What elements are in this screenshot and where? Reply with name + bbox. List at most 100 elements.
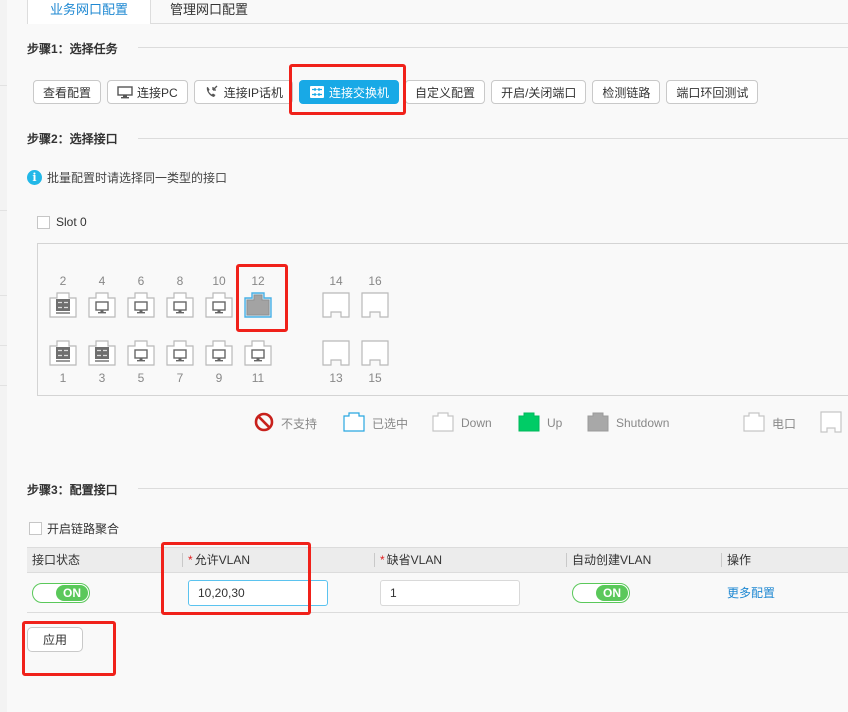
pc-port-icon (127, 292, 155, 318)
enable-disable-port-label: 开启/关闭端口 (501, 85, 577, 100)
connect-pc-button[interactable]: 连接PC (107, 80, 188, 104)
legend-not-supported: 不支持 (254, 412, 317, 435)
connect-switch-button[interactable]: 连接交换机 (299, 80, 400, 104)
selected-port-icon (343, 411, 365, 435)
allowed-vlan-cell (188, 573, 328, 612)
port-number: 10 (212, 274, 226, 288)
legend-label: 不支持 (281, 416, 318, 431)
port-2[interactable]: 2 (49, 274, 77, 318)
port-number: 7 (176, 371, 184, 385)
col-actions: 操作 (721, 548, 751, 572)
optical-port-icon (322, 292, 350, 318)
legend-label: Shutdown (616, 416, 670, 430)
port-6[interactable]: 6 (127, 274, 155, 318)
legend-optical-port (820, 410, 842, 436)
tab-bar: 业务网口配置 管理网口配置 (27, 0, 267, 24)
link-aggregation-checkbox[interactable] (29, 522, 42, 535)
port-1[interactable]: 1 (49, 340, 77, 385)
optical-port-icon (322, 340, 350, 366)
switch-port-icon (49, 340, 77, 366)
port-5[interactable]: 5 (127, 340, 155, 385)
info-message: i 批量配置时请选择同一类型的接口 (27, 169, 227, 186)
legend-down: Down (432, 411, 492, 435)
apply-button[interactable]: 应用 (27, 627, 83, 652)
port-loopback-test-label: 端口环回测试 (676, 85, 749, 100)
port-13[interactable]: 13 (322, 340, 350, 385)
port-14[interactable]: 14 (322, 274, 350, 318)
legend-electric-port: 电口 (743, 411, 797, 435)
electric-port-icon (743, 411, 765, 435)
port-loopback-test-button[interactable]: 端口环回测试 (666, 80, 759, 104)
port-number: 15 (368, 371, 382, 385)
port-status-cell: ON (32, 573, 90, 612)
slot-label: Slot 0 (56, 215, 87, 229)
legend-label: 电口 (772, 416, 797, 431)
view-config-button[interactable]: 查看配置 (33, 80, 102, 104)
optical-port-icon (820, 410, 842, 436)
auto-create-vlan-cell: ON (572, 573, 630, 612)
port-15[interactable]: 15 (361, 340, 389, 385)
default-vlan-input[interactable] (380, 579, 520, 606)
port-4[interactable]: 4 (88, 274, 116, 318)
legend-label: Up (547, 416, 563, 430)
switch-icon (309, 85, 325, 99)
port-number: 12 (251, 274, 265, 288)
left-strip (0, 0, 7, 712)
port-status-toggle[interactable]: ON (32, 582, 90, 603)
port-11[interactable]: 11 (244, 340, 272, 385)
optical-port-icon (361, 292, 389, 318)
port-number: 14 (329, 274, 343, 288)
custom-config-button[interactable]: 自定义配置 (405, 80, 486, 104)
switch-port-icon (88, 340, 116, 366)
pc-port-icon (88, 292, 116, 318)
port-16[interactable]: 16 (361, 274, 389, 318)
down-port-icon (432, 411, 454, 435)
phone-icon (204, 85, 220, 99)
auto-create-vlan-toggle[interactable]: ON (572, 582, 630, 603)
port-9[interactable]: 9 (205, 340, 233, 385)
legend-label: 已选中 (372, 416, 409, 431)
port-12[interactable]: 12 (244, 274, 272, 318)
pc-port-icon (205, 340, 233, 366)
up-port-icon (518, 412, 540, 435)
col-default-vlan: * 缺省VLAN (374, 548, 442, 572)
port-8[interactable]: 8 (166, 274, 194, 318)
detect-link-label: 检测链路 (602, 85, 651, 100)
col-auto-create-vlan: 自动创建VLAN (566, 548, 651, 572)
port-panel: 2 4 6 8 10 12 14 16 1 3 5 7 9 11 13 15 (37, 243, 848, 396)
info-icon: i (27, 170, 42, 185)
port-number: 11 (251, 371, 265, 385)
tab-business-port-config[interactable]: 业务网口配置 (27, 0, 151, 24)
step2-title: 步骤2：选择接口 (27, 132, 118, 146)
port-7[interactable]: 7 (166, 340, 194, 385)
slot-row: Slot 0 (37, 215, 87, 229)
more-config-link[interactable]: 更多配置 (727, 584, 775, 601)
not-supported-icon (254, 412, 274, 435)
required-marker: * (188, 553, 193, 567)
switch-port-icon (49, 292, 77, 318)
step1-title: 步骤1：选择任务 (27, 42, 118, 56)
legend-selected: 已选中 (343, 411, 409, 435)
col-allowed-vlan: * 允许VLAN (182, 548, 250, 572)
task-button-row: 查看配置 连接PC 连接IP话机 连接交换机 自定义配置 开启/关闭端口 检测链… (33, 80, 759, 104)
link-aggregation-row: 开启链路聚合 (29, 520, 119, 537)
detect-link-button[interactable]: 检测链路 (592, 80, 661, 104)
port-10[interactable]: 10 (205, 274, 233, 318)
connect-ip-phone-button[interactable]: 连接IP话机 (193, 80, 294, 104)
table-row: ON ON 更多配置 (27, 573, 848, 613)
port-number: 2 (59, 274, 67, 288)
pc-port-icon (205, 292, 233, 318)
pc-port-icon (166, 340, 194, 366)
port-number: 4 (98, 274, 106, 288)
allowed-vlan-input[interactable] (188, 579, 328, 606)
slot-checkbox[interactable] (37, 215, 50, 229)
connect-pc-label: 连接PC (137, 85, 178, 100)
enable-disable-port-button[interactable]: 开启/关闭端口 (491, 80, 587, 104)
info-text: 批量配置时请选择同一类型的接口 (47, 171, 228, 185)
connect-switch-label: 连接交换机 (329, 85, 390, 100)
pc-port-icon (127, 340, 155, 366)
legend-label: Down (461, 416, 492, 430)
table-header: 接口状态 * 允许VLAN * 缺省VLAN 自动创建VLAN 操作 (27, 547, 848, 573)
tab-management-port-config[interactable]: 管理网口配置 (151, 0, 267, 24)
port-3[interactable]: 3 (88, 340, 116, 385)
